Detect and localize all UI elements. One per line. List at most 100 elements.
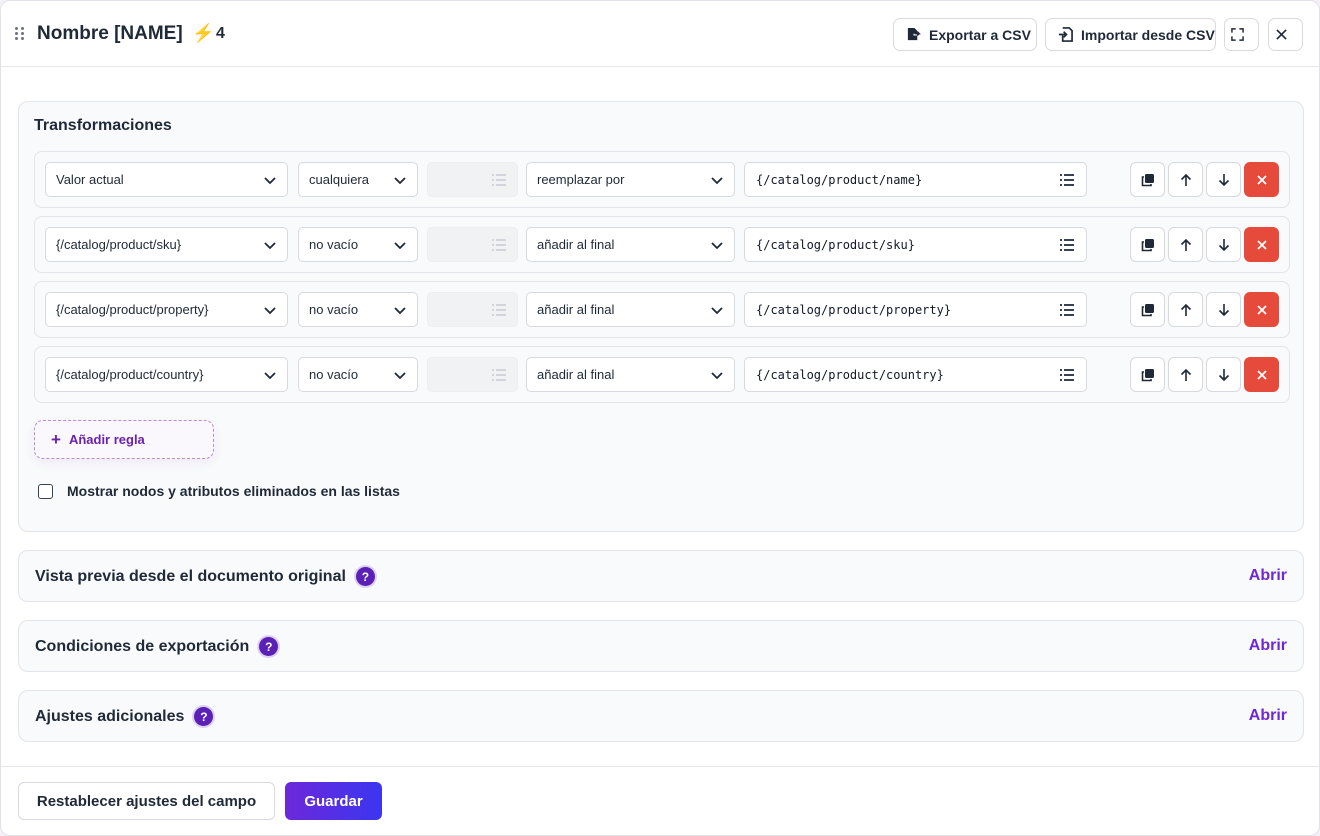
transformations-title: Transformaciones xyxy=(34,117,172,134)
rule-condition-value-input xyxy=(427,357,518,392)
copy-icon xyxy=(1141,303,1154,316)
chevron-down-icon xyxy=(264,242,276,250)
close-icon xyxy=(1256,369,1267,380)
rule-condition-select[interactable]: no vacío xyxy=(298,227,418,262)
move-rule-up-button[interactable] xyxy=(1168,357,1203,392)
arrow-down-icon xyxy=(1218,173,1229,186)
rule-value-input[interactable]: {/catalog/product/country} xyxy=(744,357,1087,392)
chevron-down-icon xyxy=(711,242,723,250)
list-icon xyxy=(492,239,506,251)
rule-condition-value: no vacío xyxy=(309,237,359,252)
rule-action-select[interactable]: añadir al final xyxy=(526,227,735,262)
arrow-up-icon xyxy=(1180,173,1191,186)
help-icon[interactable]: ? xyxy=(259,637,279,656)
rule-source-value: {/catalog/product/country} xyxy=(56,367,204,382)
delete-rule-button[interactable] xyxy=(1244,162,1279,197)
arrow-down-icon xyxy=(1218,368,1229,381)
rule-source-select[interactable]: Valor actual xyxy=(45,162,288,197)
list-icon xyxy=(492,369,506,381)
section-preview-open-link[interactable]: Abrir xyxy=(1249,567,1287,585)
add-rule-button[interactable]: + Añadir regla xyxy=(34,420,214,459)
close-icon xyxy=(1256,174,1267,185)
show-deleted-label: Mostrar nodos y atributos eliminados en … xyxy=(67,483,400,499)
rule-condition-value: no vacío xyxy=(309,302,359,317)
rule-action-value: añadir al final xyxy=(537,302,615,317)
rule-row: {/catalog/product/country} no vacío añadir… xyxy=(34,346,1290,403)
rule-source-select[interactable]: {/catalog/product/sku} xyxy=(45,227,288,262)
rule-action-value: reemplazar por xyxy=(537,172,625,187)
duplicate-rule-button[interactable] xyxy=(1130,162,1165,197)
reset-field-settings-button[interactable]: Restablecer ajustes del campo xyxy=(18,782,275,820)
rule-condition-select[interactable]: cualquiera xyxy=(298,162,418,197)
help-icon[interactable]: ? xyxy=(355,567,375,586)
delete-rule-button[interactable] xyxy=(1244,357,1279,392)
drag-handle-icon[interactable] xyxy=(15,27,27,41)
list-icon xyxy=(492,174,506,186)
rule-source-value: {/catalog/product/sku} xyxy=(56,237,182,252)
lightning-icon: ⚡ xyxy=(192,23,215,43)
import-csv-button[interactable]: Importar desde CSV xyxy=(1045,18,1216,51)
chevron-down-icon xyxy=(394,372,406,380)
section-additional-settings-title: Ajustes adicionales xyxy=(35,707,185,725)
rule-action-select[interactable]: añadir al final xyxy=(526,292,735,327)
section-preview-title: Vista previa desde el documento original xyxy=(35,567,346,585)
move-rule-down-button[interactable] xyxy=(1206,227,1241,262)
duplicate-rule-button[interactable] xyxy=(1130,292,1165,327)
copy-icon xyxy=(1141,173,1154,186)
duplicate-rule-button[interactable] xyxy=(1130,357,1165,392)
rule-source-value: Valor actual xyxy=(56,172,124,187)
close-icon xyxy=(1276,29,1287,40)
chevron-down-icon xyxy=(394,242,406,250)
rule-action-select[interactable]: añadir al final xyxy=(526,357,735,392)
move-rule-down-button[interactable] xyxy=(1206,162,1241,197)
modal-header: Nombre [NAME] ⚡ 4 Exportar a CSV Importa… xyxy=(1,1,1319,67)
rule-condition-value: no vacío xyxy=(309,367,359,382)
expand-icon xyxy=(1231,28,1244,41)
rule-condition-value: cualquiera xyxy=(309,172,369,187)
delete-rule-button[interactable] xyxy=(1244,292,1279,327)
rule-row: Valor actual cualquiera reemplazar por {/ca… xyxy=(34,151,1290,208)
rule-value-text: {/catalog/product/sku} xyxy=(756,237,915,252)
section-export-conditions-open-link[interactable]: Abrir xyxy=(1249,637,1287,655)
section-preview[interactable]: Vista previa desde el documento original… xyxy=(18,550,1304,602)
rule-value-text: {/catalog/product/name} xyxy=(756,172,923,187)
move-rule-up-button[interactable] xyxy=(1168,292,1203,327)
rule-value-input[interactable]: {/catalog/product/property} xyxy=(744,292,1087,327)
rule-condition-select[interactable]: no vacío xyxy=(298,292,418,327)
show-deleted-row: Mostrar nodos y atributos eliminados en … xyxy=(38,483,400,499)
section-additional-settings[interactable]: Ajustes adicionales ? Abrir xyxy=(18,690,1304,742)
rule-row: {/catalog/product/sku} no vacío añadir al … xyxy=(34,216,1290,273)
move-rule-up-button[interactable] xyxy=(1168,162,1203,197)
file-export-icon xyxy=(907,27,921,41)
plus-icon: + xyxy=(51,429,61,449)
rule-value-text: {/catalog/product/property} xyxy=(756,302,952,317)
save-button[interactable]: Guardar xyxy=(285,782,382,820)
rule-action-select[interactable]: reemplazar por xyxy=(526,162,735,197)
list-icon xyxy=(1060,174,1074,186)
modal-title: Nombre [NAME] xyxy=(37,23,183,44)
show-deleted-checkbox[interactable] xyxy=(38,483,53,499)
fullscreen-button[interactable] xyxy=(1224,18,1259,51)
rule-source-select[interactable]: {/catalog/product/property} xyxy=(45,292,288,327)
section-additional-settings-open-link[interactable]: Abrir xyxy=(1249,707,1287,725)
rule-value-input[interactable]: {/catalog/product/sku} xyxy=(744,227,1087,262)
duplicate-rule-button[interactable] xyxy=(1130,227,1165,262)
close-button[interactable] xyxy=(1268,18,1303,51)
section-export-conditions[interactable]: Condiciones de exportación ? Abrir xyxy=(18,620,1304,672)
rule-row: {/catalog/product/property} no vacío añadi… xyxy=(34,281,1290,338)
export-csv-button[interactable]: Exportar a CSV xyxy=(893,18,1037,51)
move-rule-down-button[interactable] xyxy=(1206,357,1241,392)
chevron-down-icon xyxy=(711,177,723,185)
help-icon[interactable]: ? xyxy=(194,707,214,726)
rule-action-value: añadir al final xyxy=(537,237,615,252)
rule-condition-value-input xyxy=(427,227,518,262)
rule-value-input[interactable]: {/catalog/product/name} xyxy=(744,162,1087,197)
import-csv-label: Importar desde CSV xyxy=(1081,26,1215,43)
move-rule-up-button[interactable] xyxy=(1168,227,1203,262)
rule-condition-select[interactable]: no vacío xyxy=(298,357,418,392)
move-rule-down-button[interactable] xyxy=(1206,292,1241,327)
list-icon xyxy=(1060,304,1074,316)
delete-rule-button[interactable] xyxy=(1244,227,1279,262)
rule-source-select[interactable]: {/catalog/product/country} xyxy=(45,357,288,392)
list-icon xyxy=(1060,369,1074,381)
